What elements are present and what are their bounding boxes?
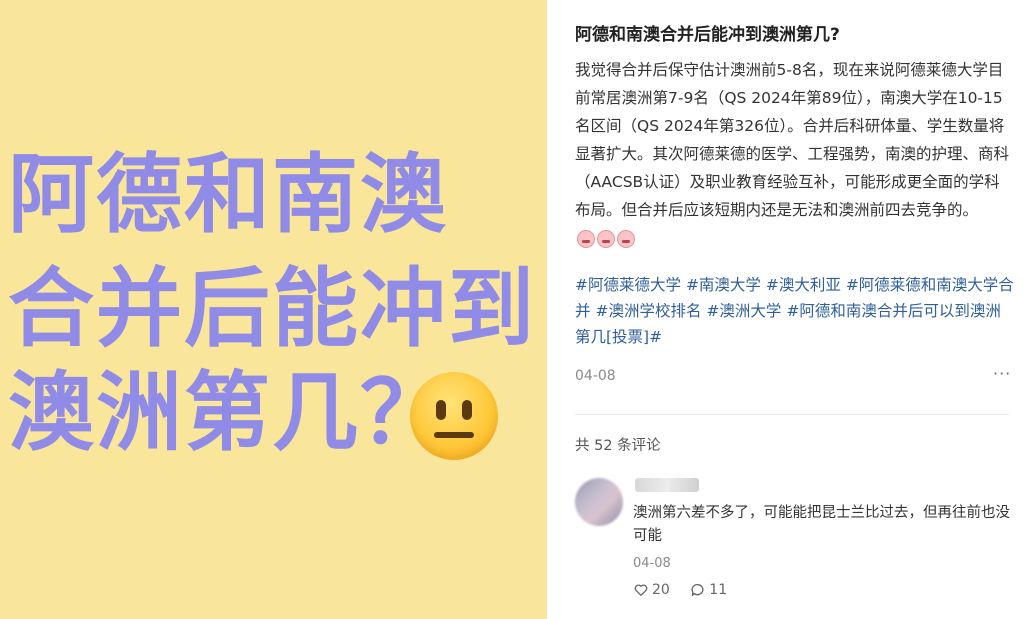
tag-link[interactable]: #澳大利亚 xyxy=(766,276,841,294)
like-count: 20 xyxy=(652,582,670,598)
tag-link[interactable]: #澳洲学校排名 xyxy=(595,302,701,320)
comment-actions: 20 11 xyxy=(633,582,743,602)
post-date: 04-08 xyxy=(575,368,616,384)
crying-face-icon xyxy=(577,229,595,248)
post-detail-view: 阿德和南澳 合并后能冲到 澳洲第几？ 阿德和南澳合并后能冲到澳洲第几? 我觉得合… xyxy=(0,0,1024,619)
post-body-text: 我觉得合并后保守估计澳洲前5-8名，现在来说阿德莱德大学目前常居澳洲第7-9名（… xyxy=(575,61,1010,219)
divider xyxy=(575,414,1009,415)
post-title: 阿德和南澳合并后能冲到澳洲第几? xyxy=(575,25,840,45)
comment-bubble-icon xyxy=(691,584,704,596)
comment-item: 澳洲第六差不多了，可能能把昆士兰比过去，但再往前也没可能 04-08 20 11 xyxy=(575,470,1015,610)
reply-button[interactable]: 11 xyxy=(690,582,727,598)
tag-link[interactable]: #澳洲大学 xyxy=(706,302,781,320)
neutral-face-icon xyxy=(410,372,498,460)
post-tags: #阿德莱德大学 #南澳大学 #澳大利亚 #阿德莱德和南澳大学合并 #澳洲学校排名… xyxy=(575,272,1015,350)
cover-title-line-1: 阿德和南澳 xyxy=(8,145,448,245)
tag-link[interactable]: #阿德莱德大学 xyxy=(575,276,681,294)
comment-username-blurred[interactable] xyxy=(635,478,699,492)
comment-date: 04-08 xyxy=(633,556,671,571)
emoji-eye xyxy=(436,400,446,420)
tag-link[interactable]: #南澳大学 xyxy=(686,276,761,294)
post-panel: 阿德和南澳合并后能冲到澳洲第几? 我觉得合并后保守估计澳洲前5-8名，现在来说阿… xyxy=(547,0,1024,619)
emoji-mouth xyxy=(434,432,474,438)
avatar[interactable] xyxy=(575,478,623,526)
reply-count: 11 xyxy=(709,582,728,598)
crying-face-icon xyxy=(597,229,615,248)
comment-text: 澳洲第六差不多了，可能能把昆士兰比过去，但再往前也没可能 xyxy=(633,505,1010,544)
cover-title-line-3: 澳洲第几？ xyxy=(8,363,448,463)
heart-icon xyxy=(634,584,648,596)
cover-image: 阿德和南澳 合并后能冲到 澳洲第几？ xyxy=(0,0,547,619)
post-body: 我觉得合并后保守估计澳洲前5-8名，现在来说阿德莱德大学目前常居澳洲第7-9名（… xyxy=(575,56,1015,252)
emoji-eye xyxy=(462,400,472,420)
like-button[interactable]: 20 xyxy=(633,582,670,598)
post-body-emojis xyxy=(575,229,635,248)
cover-title-line-2: 合并后能冲到 xyxy=(8,259,536,359)
more-options-button[interactable]: ··· xyxy=(993,364,1011,383)
comment-count: 共 52 条评论 xyxy=(575,438,661,454)
crying-face-icon xyxy=(617,229,635,248)
